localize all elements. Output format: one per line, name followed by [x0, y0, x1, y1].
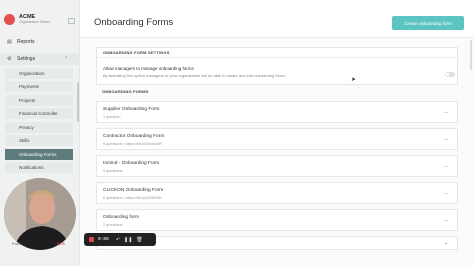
form-name: Contractor Onboarding Form [103, 134, 165, 139]
sidebar-item-organization[interactable]: Organization [5, 68, 73, 79]
overlay-text-right: look [57, 241, 66, 246]
settings-card: ONBOARDING FORM SETTINGS Allow managers … [96, 47, 459, 85]
form-meta: 9 questions • https://bit.ly/3xvkANR [103, 142, 162, 146]
form-name: CLICKON Onboarding Form [103, 188, 164, 193]
sidebar-item-onboarding-forms[interactable]: Onboarding Forms [5, 149, 73, 160]
trash-icon[interactable]: 🗑 [136, 237, 142, 243]
sidebar-item-projects[interactable]: Projects [5, 95, 73, 106]
sidebar-item-privacy[interactable]: Privacy [5, 122, 73, 133]
more-options-icon[interactable]: ... [444, 163, 448, 169]
recording-controls: 0:08 ↶ ❚❚ 🗑 [84, 233, 156, 246]
reports-icon: ▤ [7, 38, 12, 45]
sidebar-scrollbar[interactable] [77, 82, 79, 122]
form-name: Inmind - Onboarding Form [103, 161, 160, 166]
form-meta: 9 questions [103, 169, 123, 173]
sidebar-item-settings[interactable]: ⚙ Settings ⌃ [0, 53, 80, 65]
sidebar-item-reports[interactable]: ▤ Reports [0, 36, 80, 48]
collapse-sidebar-icon[interactable] [68, 18, 75, 24]
form-row[interactable]: Contractor Onboarding Form 9 questions •… [96, 128, 458, 150]
form-meta: 2 questions [103, 223, 123, 227]
sidebar-item-notifications[interactable]: Notifications [5, 162, 73, 173]
form-meta: 1 question [103, 115, 121, 119]
form-row[interactable]: Onboarding form 2 questions ... [96, 209, 458, 231]
create-onboarding-form-button[interactable]: Create onboarding form [392, 16, 464, 30]
chevron-down-icon[interactable]: ⌄ [444, 240, 448, 246]
allow-managers-toggle[interactable] [445, 72, 455, 77]
allow-managers-description: By activating this option managers of yo… [103, 73, 286, 78]
form-row[interactable]: Inmind - Onboarding Form 9 questions ... [96, 155, 458, 177]
more-options-icon[interactable]: ... [444, 190, 448, 196]
overlay-text-left: Powe [12, 241, 23, 246]
page-title: Onboarding Forms [94, 17, 174, 28]
gear-icon: ⚙ [7, 55, 12, 62]
allow-managers-label: Allow managers to manage onboarding form… [103, 66, 194, 71]
org-role: Organization Owner [19, 20, 51, 24]
pause-icon[interactable]: ❚❚ [124, 237, 132, 243]
more-options-icon[interactable]: ... [444, 136, 448, 142]
form-meta: 6 questions • https://bit.ly/3O6ff10b [103, 196, 162, 200]
sidebar-item-label: Settings [17, 56, 36, 62]
main-content: Onboarding Forms Create onboarding form … [80, 0, 474, 266]
form-name: Supplier Onboarding Form [103, 107, 160, 112]
recording-time: 0:08 [98, 237, 109, 242]
section-heading: ONBOARDING FORMS [102, 89, 149, 94]
form-row[interactable]: Supplier Onboarding Form 1 question ... [96, 101, 458, 123]
page-header: Onboarding Forms Create onboarding form [80, 0, 474, 38]
form-name: Onboarding form [103, 215, 139, 220]
main-scrollbar[interactable] [470, 40, 472, 70]
sidebar-item-financial-controller[interactable]: Financial Controller [5, 108, 73, 119]
sidebar-item-payments[interactable]: Payments [5, 81, 73, 92]
org-switcher[interactable]: ACME Organization Owner [4, 14, 50, 25]
mouse-cursor-icon: ➤ [351, 77, 357, 83]
more-options-icon[interactable]: ... [444, 217, 448, 223]
form-row[interactable]: CLICKON Onboarding Form 6 questions • ht… [96, 182, 458, 204]
org-logo [4, 14, 15, 25]
stop-recording-button[interactable] [89, 237, 94, 242]
sidebar-item-label: Reports [17, 39, 35, 45]
sidebar-item-skills[interactable]: Skills [5, 135, 73, 146]
chevron-up-icon: ⌃ [64, 56, 69, 62]
webcam-person-image [4, 178, 76, 250]
webcam-overlay [4, 178, 76, 250]
section-heading: ONBOARDING FORM SETTINGS [97, 48, 459, 58]
more-options-icon[interactable]: ... [444, 109, 448, 115]
undo-icon[interactable]: ↶ [116, 237, 120, 243]
